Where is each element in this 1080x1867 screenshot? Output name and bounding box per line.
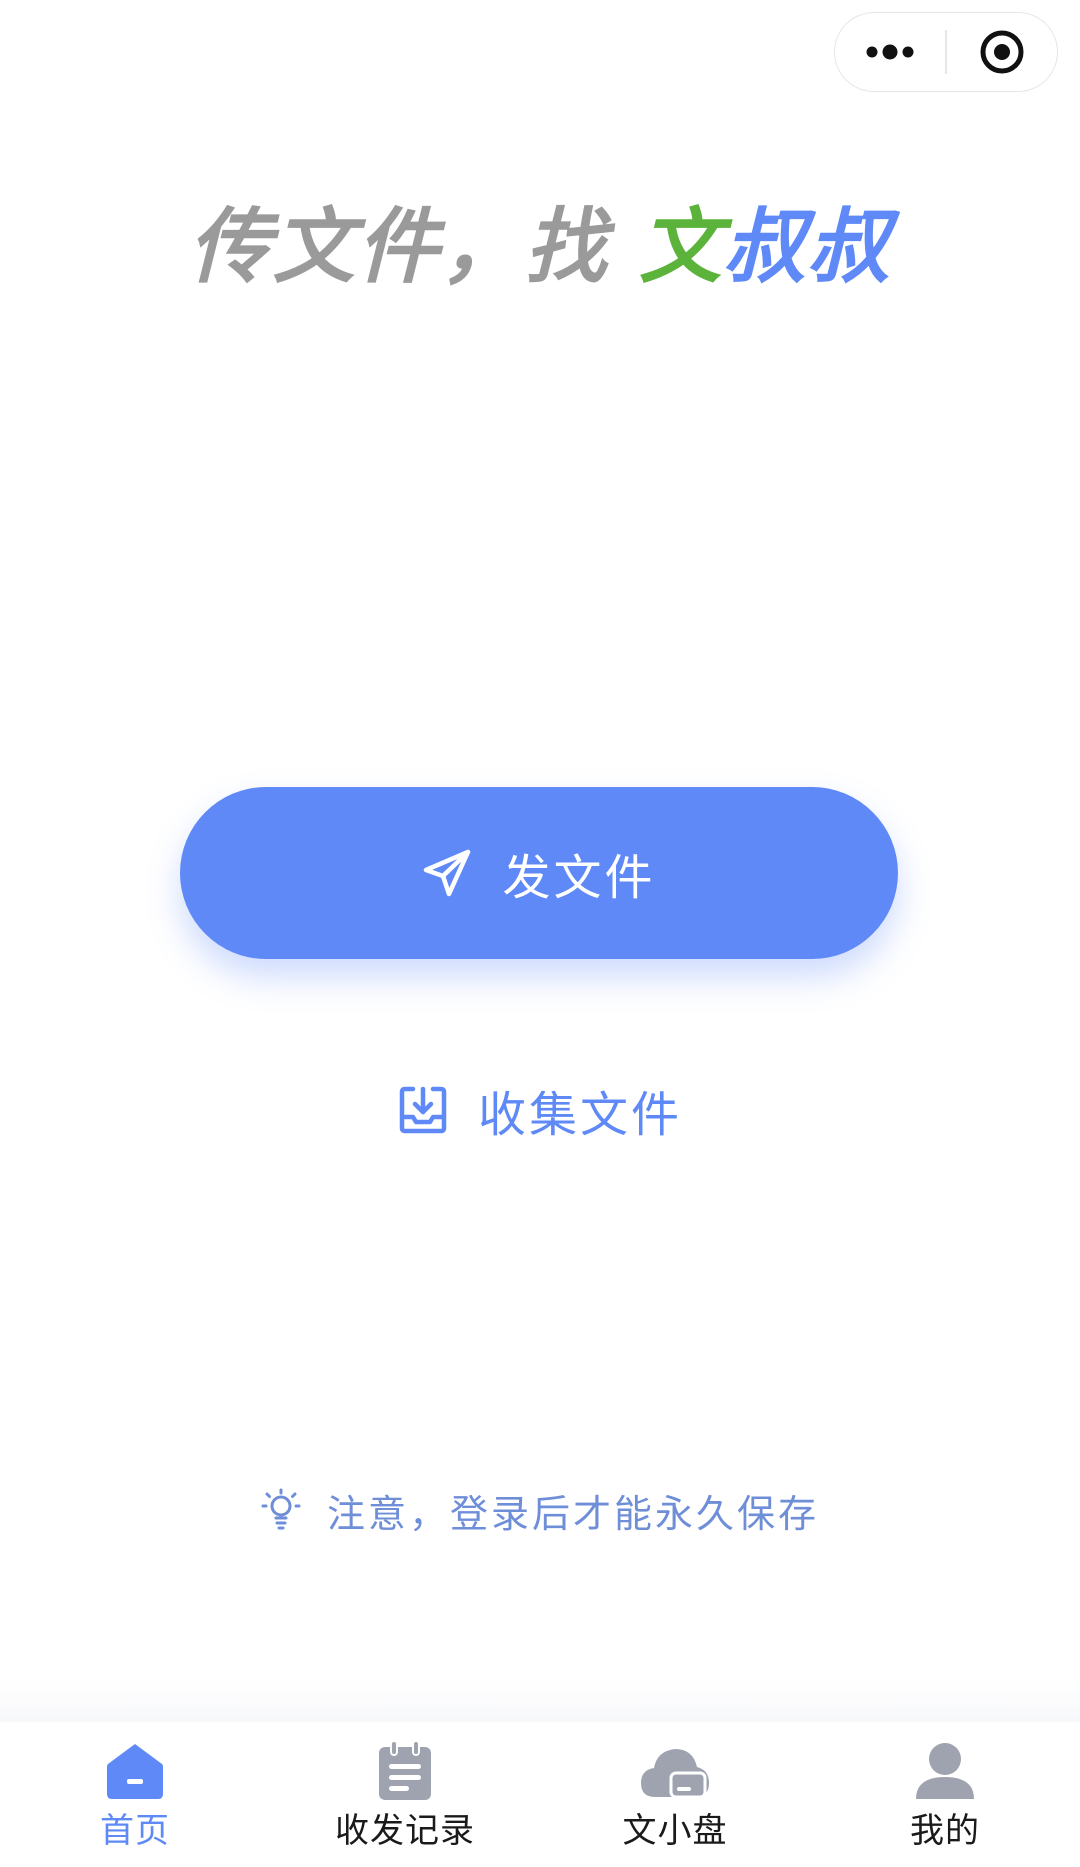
close-miniprogram-button[interactable] bbox=[947, 12, 1057, 92]
home-icon bbox=[105, 1739, 165, 1803]
inbox-download-icon bbox=[398, 1084, 448, 1136]
more-dots-icon bbox=[866, 44, 914, 60]
tab-records-label: 收发记录 bbox=[335, 1811, 475, 1851]
cloud-drive-icon bbox=[639, 1739, 711, 1803]
user-icon bbox=[914, 1739, 976, 1803]
collect-files-button[interactable]: 收集文件 bbox=[0, 1072, 1080, 1148]
tabbar-shadow bbox=[0, 1680, 1080, 1726]
tab-home[interactable]: 首页 bbox=[0, 1722, 270, 1867]
more-button[interactable] bbox=[835, 12, 945, 92]
login-notice: 注意，登录后才能永久保存 bbox=[0, 1480, 1080, 1540]
tab-mine[interactable]: 我的 bbox=[810, 1722, 1080, 1867]
login-notice-text: 注意，登录后才能永久保存 bbox=[326, 1491, 819, 1536]
bottom-tabbar: 首页 收发记录 文小盘 我的 bbox=[0, 1722, 1080, 1867]
lightbulb-icon bbox=[261, 1488, 301, 1532]
tab-mine-label: 我的 bbox=[910, 1811, 980, 1851]
target-circle-icon bbox=[980, 30, 1024, 74]
slogan-text: 传文件，找 bbox=[188, 200, 640, 295]
paper-plane-icon bbox=[422, 848, 472, 898]
tab-drive-label: 文小盘 bbox=[622, 1811, 728, 1851]
slogan-brand-green: 文 bbox=[639, 200, 724, 295]
send-file-button[interactable]: 发文件 bbox=[180, 787, 898, 959]
send-file-label: 发文件 bbox=[502, 850, 656, 906]
miniprogram-capsule bbox=[834, 12, 1058, 92]
tab-records[interactable]: 收发记录 bbox=[270, 1722, 540, 1867]
tab-home-label: 首页 bbox=[100, 1811, 170, 1851]
collect-files-label: 收集文件 bbox=[477, 1087, 682, 1143]
slogan: 传文件，找 文叔叔 bbox=[0, 198, 1080, 298]
slogan-brand-blue: 叔叔 bbox=[723, 200, 892, 295]
notepad-icon bbox=[377, 1739, 433, 1803]
tab-drive[interactable]: 文小盘 bbox=[540, 1722, 810, 1867]
